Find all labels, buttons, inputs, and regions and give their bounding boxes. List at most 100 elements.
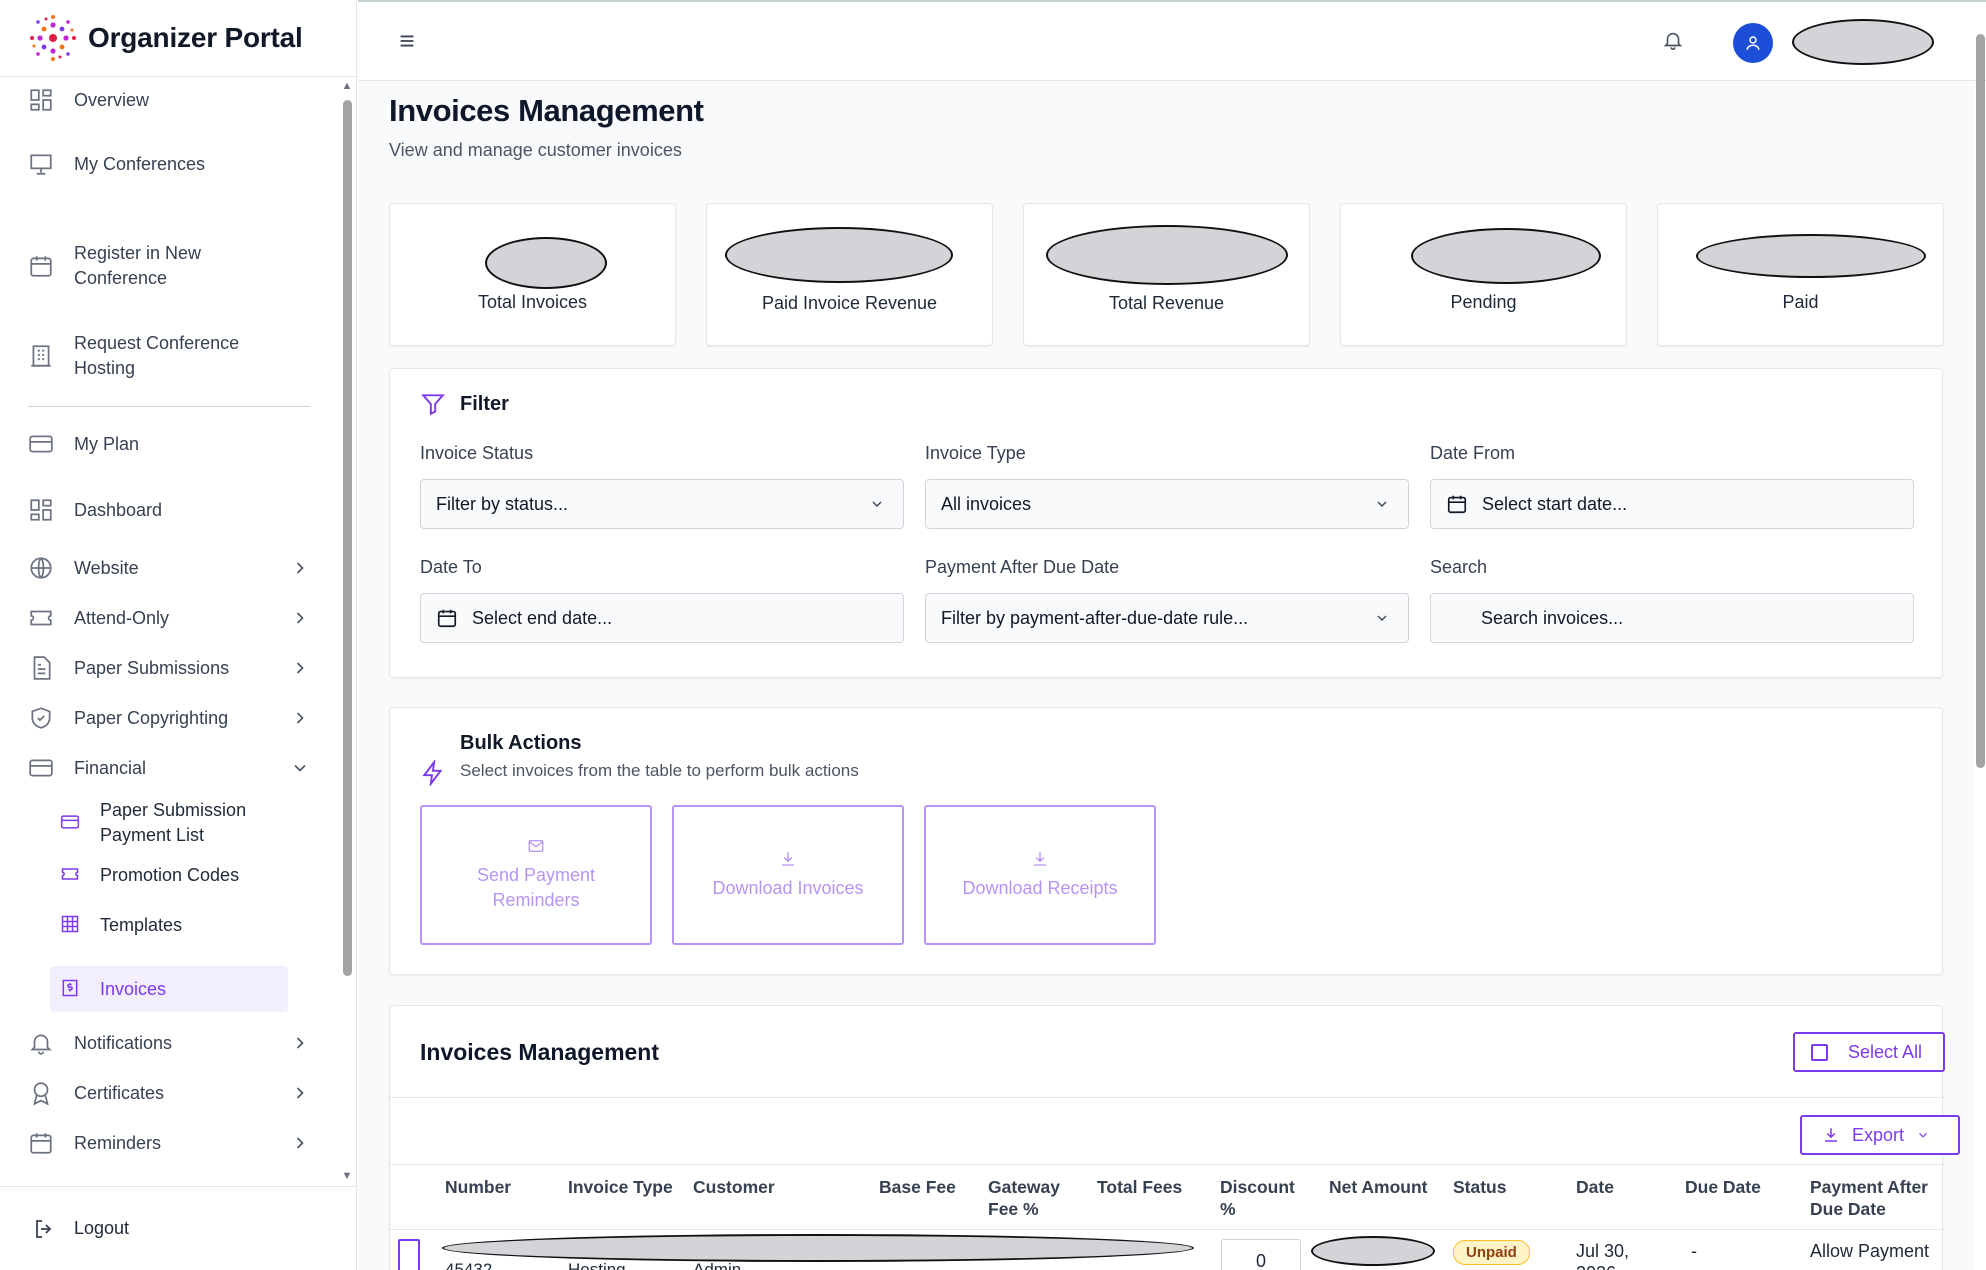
- award-icon: [28, 1080, 54, 1106]
- stat-value-redacted: [485, 237, 607, 289]
- sidebar-item-label: Website: [74, 557, 139, 578]
- sidebar-subitem-label: Promotion Codes: [100, 864, 240, 885]
- date-to-picker[interactable]: Select end date...: [420, 593, 904, 643]
- payment-after-due-label: Payment After Due Date: [925, 557, 1120, 577]
- chevron-down-icon: [869, 496, 885, 512]
- download-invoices-label: Download Invoices: [712, 877, 864, 898]
- sidebar-item-paper-submissions[interactable]: Paper Submissions: [28, 653, 310, 683]
- logout-button[interactable]: Logout: [0, 1186, 357, 1270]
- discount-input[interactable]: 0: [1221, 1239, 1301, 1270]
- sidebar-item-label: Reminders: [74, 1132, 162, 1153]
- sidebar-scroll-down-arrow[interactable]: ▼: [341, 1170, 353, 1182]
- bulk-actions-title: Bulk Actions: [460, 732, 582, 754]
- table-row-border: [390, 1229, 1944, 1230]
- credit-card-icon: [28, 431, 54, 457]
- export-button[interactable]: Export: [1800, 1115, 1960, 1155]
- row-checkbox[interactable]: [398, 1239, 420, 1270]
- column-header-gateway-fee[interactable]: Gateway Fee %: [988, 1176, 1060, 1220]
- date-from-label: Date From: [1430, 443, 1516, 463]
- search-input[interactable]: Search invoices...: [1430, 593, 1914, 643]
- avatar[interactable]: [1733, 23, 1773, 63]
- column-header-number[interactable]: Number: [445, 1176, 511, 1198]
- sidebar-subitem-promotion-codes[interactable]: Promotion Codes: [50, 860, 288, 890]
- date-to-label: Date To: [420, 557, 482, 577]
- ticket-icon: [28, 605, 54, 631]
- invoice-type-value: All invoices: [941, 493, 1032, 514]
- bulk-actions-header: Bulk Actions Select invoices from the ta…: [420, 732, 859, 786]
- column-header-total-fees[interactable]: Total Fees: [1097, 1176, 1182, 1198]
- filter-title: Filter: [460, 392, 509, 415]
- cell-payment-after-due: Allow Payment: [1810, 1241, 1930, 1261]
- sidebar-scrollbar-thumb[interactable]: [343, 100, 352, 976]
- download-icon: [1034, 851, 1046, 866]
- column-header-invoice-type[interactable]: Invoice Type: [568, 1176, 673, 1198]
- column-header-status[interactable]: Status: [1453, 1176, 1506, 1198]
- sidebar-item-my-conferences[interactable]: My Conferences: [28, 149, 310, 179]
- export-label: Export: [1852, 1124, 1905, 1145]
- sidebar-item-label: Request Conference Hosting: [74, 333, 240, 378]
- sidebar-item-label: Notifications: [74, 1032, 173, 1053]
- column-header-net-amount[interactable]: Net Amount: [1329, 1176, 1428, 1198]
- main-content: Invoices Management View and manage cust…: [358, 81, 1975, 1270]
- send-payment-reminders-button[interactable]: Send Payment Reminders: [420, 805, 652, 945]
- sidebar-item-attend-only[interactable]: Attend-Only: [28, 603, 310, 633]
- building-icon: [28, 343, 54, 369]
- sidebar-item-notifications[interactable]: Notifications: [28, 1028, 310, 1058]
- sidebar-item-financial[interactable]: Financial: [28, 753, 310, 783]
- brand-logo-icon: [30, 15, 76, 61]
- sidebar-scroll-up-arrow[interactable]: ▲: [341, 80, 353, 92]
- date-from-picker[interactable]: Select start date...: [1430, 479, 1914, 529]
- column-header-due-date[interactable]: Due Date: [1685, 1176, 1761, 1198]
- menu-toggle-button[interactable]: [396, 30, 420, 54]
- main-scrollbar-thumb[interactable]: [1976, 34, 1985, 768]
- bulk-actions-panel: Bulk Actions Select invoices from the ta…: [389, 707, 1943, 975]
- payment-after-due-select[interactable]: Filter by payment-after-due-date rule...: [925, 593, 1409, 643]
- sidebar-item-certificates[interactable]: Certificates: [28, 1078, 310, 1108]
- sidebar-item-paper-copyrighting[interactable]: Paper Copyrighting: [28, 703, 310, 733]
- sidebar-subitem-label: Templates: [100, 914, 183, 935]
- download-receipts-button[interactable]: Download Receipts: [924, 805, 1156, 945]
- chevron-right-icon: [290, 558, 310, 578]
- sidebar-item-overview[interactable]: Overview: [28, 85, 310, 115]
- user-info-redacted[interactable]: [1792, 19, 1934, 65]
- download-invoices-button[interactable]: Download Invoices: [672, 805, 904, 945]
- sidebar-item-request-hosting[interactable]: Request Conference Hosting: [28, 331, 310, 381]
- sidebar-item-dashboard[interactable]: Dashboard: [28, 495, 310, 525]
- stat-label: Pending: [1450, 292, 1517, 312]
- checkbox-icon: [1811, 1043, 1828, 1061]
- lightning-icon: [422, 760, 443, 786]
- cell-due-date: -: [1691, 1241, 1697, 1261]
- select-all-button[interactable]: Select All: [1793, 1032, 1945, 1072]
- invoice-status-select[interactable]: Filter by status...: [420, 479, 904, 529]
- invoice-type-select[interactable]: All invoices: [925, 479, 1409, 529]
- row-data-redacted: [442, 1234, 1194, 1262]
- column-header-discount[interactable]: Discount %: [1220, 1176, 1295, 1220]
- column-header-line: Discount: [1220, 1177, 1295, 1197]
- cell-date: Jul 30, 2026: [1576, 1240, 1629, 1270]
- column-header-customer[interactable]: Customer: [693, 1176, 775, 1198]
- stat-label: Paid Invoice Revenue: [761, 293, 938, 313]
- file-text-icon: [28, 655, 54, 681]
- column-header-line: Due Date: [1810, 1199, 1886, 1219]
- calendar-icon: [436, 607, 458, 629]
- sidebar-subitem-templates[interactable]: Templates: [50, 910, 288, 940]
- table-divider: [390, 1097, 1944, 1098]
- date-from-placeholder: Select start date...: [1482, 493, 1628, 514]
- date-to-placeholder: Select end date...: [472, 607, 613, 628]
- globe-icon: [28, 555, 54, 581]
- sidebar-subitem-invoices[interactable]: Invoices: [50, 966, 288, 1012]
- column-header-payment-after-due[interactable]: Payment After Due Date: [1810, 1176, 1928, 1220]
- column-header-line: Fee %: [988, 1199, 1039, 1219]
- chevron-down-icon: [290, 758, 310, 778]
- notifications-button[interactable]: [1662, 29, 1688, 55]
- stat-value-redacted: [1696, 234, 1926, 278]
- logout-icon: [36, 1219, 52, 1238]
- sidebar-item-reminders[interactable]: Reminders: [28, 1128, 310, 1158]
- sidebar-item-register-conference[interactable]: Register in New Conference: [28, 241, 310, 291]
- sidebar-item-my-plan[interactable]: My Plan: [28, 429, 310, 459]
- search-placeholder: Search invoices...: [1481, 607, 1624, 628]
- column-header-date[interactable]: Date: [1576, 1176, 1614, 1198]
- sidebar-item-website[interactable]: Website: [28, 553, 310, 583]
- column-header-base-fee[interactable]: Base Fee: [879, 1176, 956, 1198]
- sidebar-subitem-paper-submission-payment-list[interactable]: Paper Submission Payment List: [50, 797, 288, 849]
